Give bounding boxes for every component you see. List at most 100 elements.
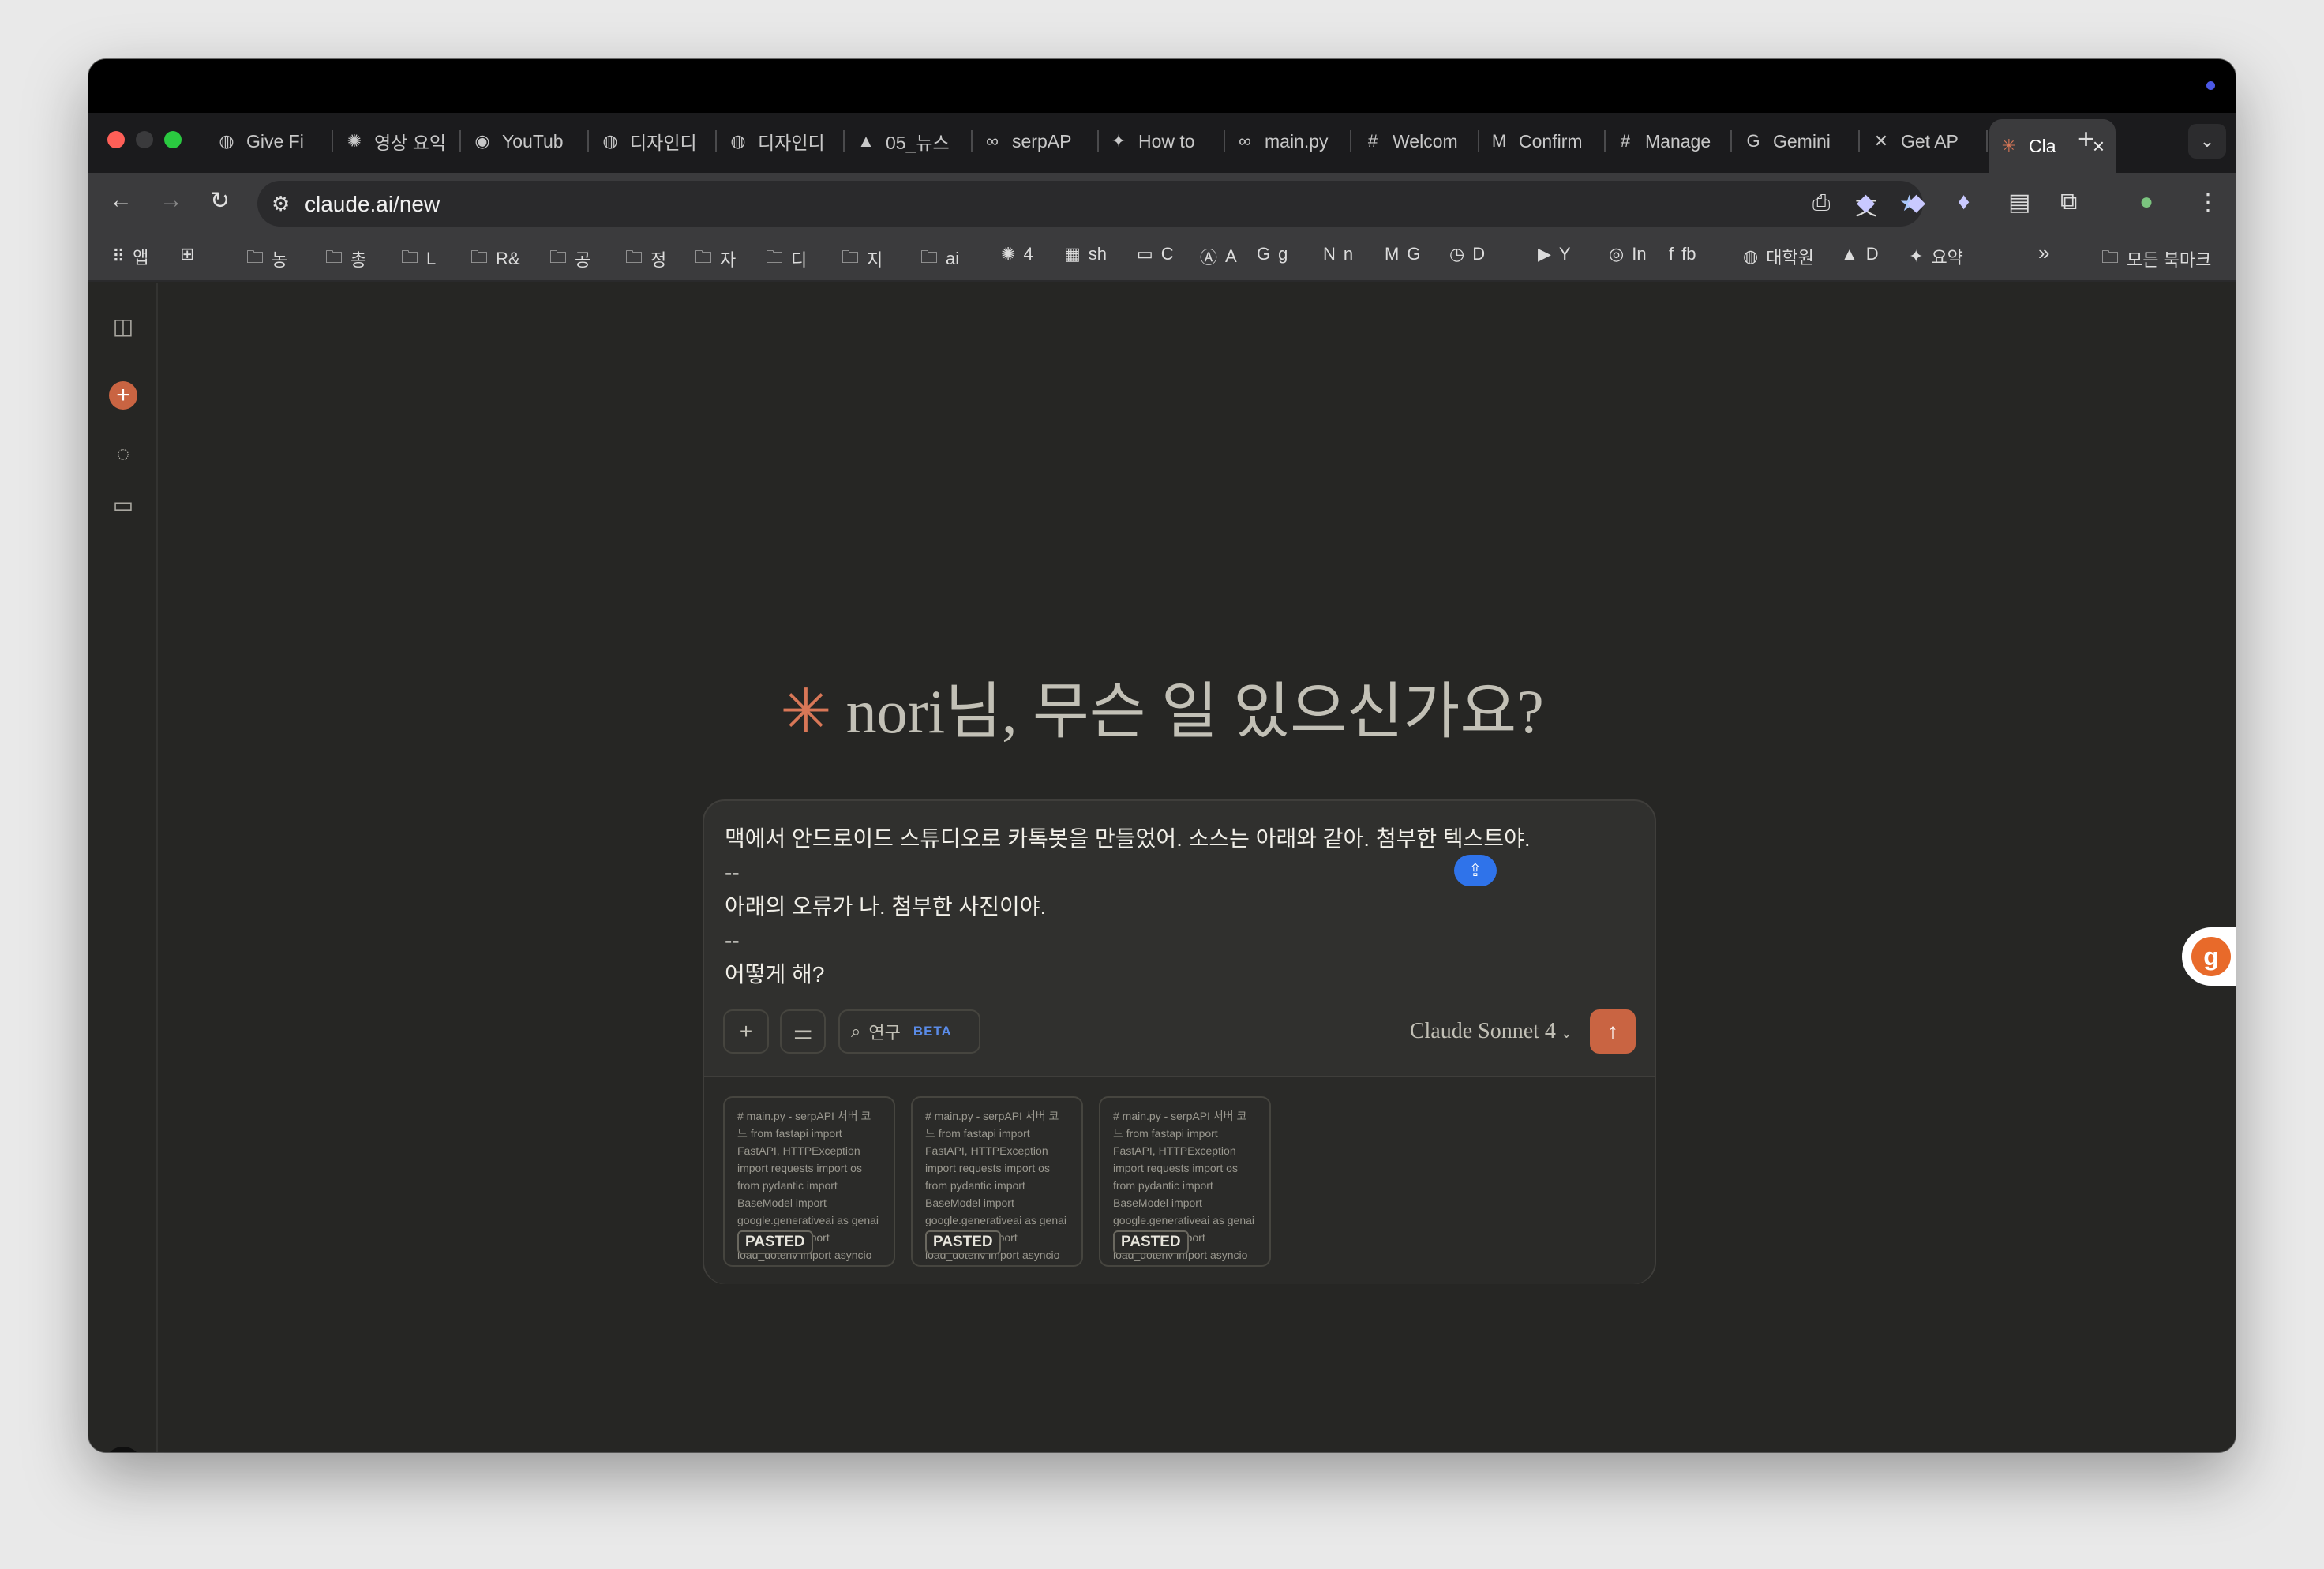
- tab[interactable]: M Confirm: [1479, 119, 1606, 163]
- browser-menu-icon[interactable]: ⋮: [2196, 189, 2220, 216]
- claude-icon: ✳: [2001, 136, 2017, 155]
- bookmark-label: D: [1472, 244, 1486, 264]
- new-tab-button[interactable]: +: [2078, 122, 2094, 155]
- model-selector[interactable]: Claude Sonnet 4 ⌄: [1410, 1019, 1572, 1044]
- bookmark-item[interactable]: 🗀 자: [695, 244, 736, 274]
- tab[interactable]: G Gemini: [1734, 119, 1860, 163]
- bookmark-label: 지: [867, 250, 883, 270]
- pasted-badge: PASTED: [925, 1230, 1001, 1254]
- maximize-window-button[interactable]: [164, 131, 182, 148]
- tab[interactable]: ✺ 영상 요익: [335, 119, 461, 163]
- extension-icon[interactable]: ▤: [2008, 189, 2030, 216]
- bookmark-item[interactable]: ◷ D: [1449, 244, 1485, 264]
- bookmark-item[interactable]: 🗀 L: [401, 244, 436, 274]
- extension-icon[interactable]: ◆: [1857, 189, 1875, 216]
- bookmark-item[interactable]: ⊞: [180, 244, 202, 264]
- tab-separator: [1858, 130, 1860, 152]
- close-tab-icon[interactable]: ×: [2093, 134, 2105, 159]
- chats-icon[interactable]: ◌: [109, 440, 137, 468]
- message-line: 아래의 오류가 나. 첨부한 사진이야.: [725, 894, 1047, 919]
- tab[interactable]: ∞ main.py: [1225, 119, 1351, 163]
- profile-avatar-icon[interactable]: ●: [2139, 189, 2153, 215]
- tools-settings-button[interactable]: ⚌: [780, 1009, 826, 1054]
- folder-icon: 🗀: [470, 247, 489, 267]
- bookmark-item[interactable]: ▶ Y: [1538, 244, 1571, 264]
- indicator-dot: [2206, 81, 2215, 90]
- bookmarks-overflow-button[interactable]: »: [2038, 241, 2049, 265]
- close-window-button[interactable]: [107, 131, 125, 148]
- message-line: --: [725, 928, 740, 953]
- bookmark-item[interactable]: Ⓐ A: [1200, 244, 1237, 269]
- add-attachment-button[interactable]: +: [723, 1009, 769, 1054]
- tab[interactable]: ✳ Cla ×: [1989, 119, 2116, 173]
- bookmark-label: In: [1632, 244, 1647, 264]
- bookmark-item[interactable]: Gg: [1257, 244, 1288, 264]
- bookmark-item[interactable]: ◍ 대학원: [1743, 244, 1814, 269]
- bookmark-item[interactable]: ▦ sh: [1064, 244, 1107, 264]
- message-input[interactable]: 맥에서 안드로이드 스튜디오로 카톡봇을 만들었어. 소스는 아래와 같아. 첨…: [725, 822, 1632, 991]
- bookmark-item[interactable]: MG: [1385, 244, 1420, 264]
- grammarly-widget[interactable]: g: [2182, 927, 2236, 986]
- bookmark-item[interactable]: 🗀 디: [766, 244, 807, 274]
- back-button[interactable]: ←: [109, 187, 133, 214]
- pasted-attachment[interactable]: # main.py - serpAPI 서버 코드 from fastapi i…: [723, 1096, 895, 1267]
- bookmark-item[interactable]: 🗀 지: [842, 244, 883, 274]
- tab[interactable]: ▲ 05_뉴스: [846, 119, 973, 163]
- extension-icon[interactable]: ◆: [1907, 189, 1925, 216]
- research-button[interactable]: ⌕ 연구 BETA: [838, 1009, 980, 1054]
- address-bar[interactable]: ⚙ claude.ai/new ⎙ 文 ★: [257, 181, 1923, 227]
- extension-icon[interactable]: ♦: [1958, 189, 1970, 215]
- tab-separator: [843, 130, 845, 152]
- user-avatar[interactable]: N: [104, 1447, 142, 1452]
- greeting-heading: ✳ nori님, 무슨 일 있으신가요?: [88, 662, 2236, 751]
- tab[interactable]: # Manage: [1606, 119, 1732, 163]
- minimize-window-button[interactable]: [136, 131, 153, 148]
- bookmark-item[interactable]: 🗀 공: [549, 244, 590, 274]
- install-app-icon[interactable]: ⎙: [1812, 190, 1830, 216]
- globe-icon: ◍: [730, 131, 746, 151]
- colab-icon: ∞: [1239, 131, 1251, 151]
- bookmark-item[interactable]: ✦ 요약: [1909, 244, 1963, 269]
- projects-icon[interactable]: ▭: [109, 490, 137, 519]
- bookmark-item[interactable]: Nn: [1323, 244, 1353, 264]
- claude-app: ◫ + ◌ ▭ N ✳nori님, 무슨 일 있으신가요? 맥에서 안드로이드 …: [88, 283, 2236, 1452]
- bookmark-item[interactable]: 🗀 정: [625, 244, 666, 274]
- summary-icon: ✦: [1909, 246, 1924, 266]
- bookmark-item[interactable]: ⠿ 앱: [112, 244, 148, 269]
- slack-icon: #: [1367, 131, 1378, 151]
- new-chat-button[interactable]: +: [109, 381, 137, 410]
- bookmark-item[interactable]: 🗀 R&: [470, 244, 520, 274]
- site-settings-icon[interactable]: ⚙: [272, 192, 290, 216]
- bookmark-item[interactable]: 🗀 총: [325, 244, 366, 274]
- bluesky-icon: ✕: [1873, 131, 1889, 151]
- upload-arrow-icon[interactable]: ⇪: [1454, 855, 1497, 886]
- bookmark-item[interactable]: ▲ D: [1841, 244, 1879, 264]
- tab-search-button[interactable]: ⌄: [2188, 124, 2226, 159]
- bookmark-item[interactable]: 🗀 ai: [920, 244, 959, 274]
- reload-button[interactable]: ↻: [210, 187, 230, 215]
- tab[interactable]: ✦ How to: [1099, 119, 1225, 163]
- url-text[interactable]: claude.ai/new: [305, 192, 440, 217]
- tab[interactable]: # Welcom: [1353, 119, 1479, 163]
- pasted-attachment[interactable]: # main.py - serpAPI 서버 코드 from fastapi i…: [911, 1096, 1083, 1267]
- sidebar-toggle-icon[interactable]: ◫: [109, 312, 137, 340]
- tab-label: Manage: [1645, 130, 1711, 152]
- bookmark-item[interactable]: ▭ C: [1137, 244, 1174, 264]
- tab-separator: [1986, 130, 1988, 152]
- forward-button[interactable]: →: [159, 187, 183, 214]
- pasted-attachment[interactable]: # main.py - serpAPI 서버 코드 from fastapi i…: [1099, 1096, 1271, 1267]
- bookmark-item[interactable]: 🗀 농: [246, 244, 287, 274]
- bookmark-item[interactable]: ✺ 4: [1001, 244, 1033, 264]
- bookmark-item[interactable]: ◎ In: [1609, 244, 1647, 264]
- tab-separator: [1730, 130, 1732, 152]
- send-button[interactable]: ↑: [1590, 1009, 1636, 1054]
- all-bookmarks-button[interactable]: 🗀 모든 북마크: [2101, 244, 2211, 274]
- tab[interactable]: ◍ 디자인디: [718, 119, 845, 163]
- tab[interactable]: ∞ serpAP: [973, 119, 1099, 163]
- extensions-puzzle-icon[interactable]: ⧉: [2060, 189, 2077, 215]
- tab[interactable]: ✕ Get AP: [1861, 119, 1988, 163]
- tab[interactable]: ◍ Give Fi: [207, 119, 333, 163]
- tab[interactable]: ◍ 디자인디: [590, 119, 717, 163]
- tab[interactable]: ◉ YouTub: [463, 119, 589, 163]
- bookmark-item[interactable]: f fb: [1669, 244, 1696, 264]
